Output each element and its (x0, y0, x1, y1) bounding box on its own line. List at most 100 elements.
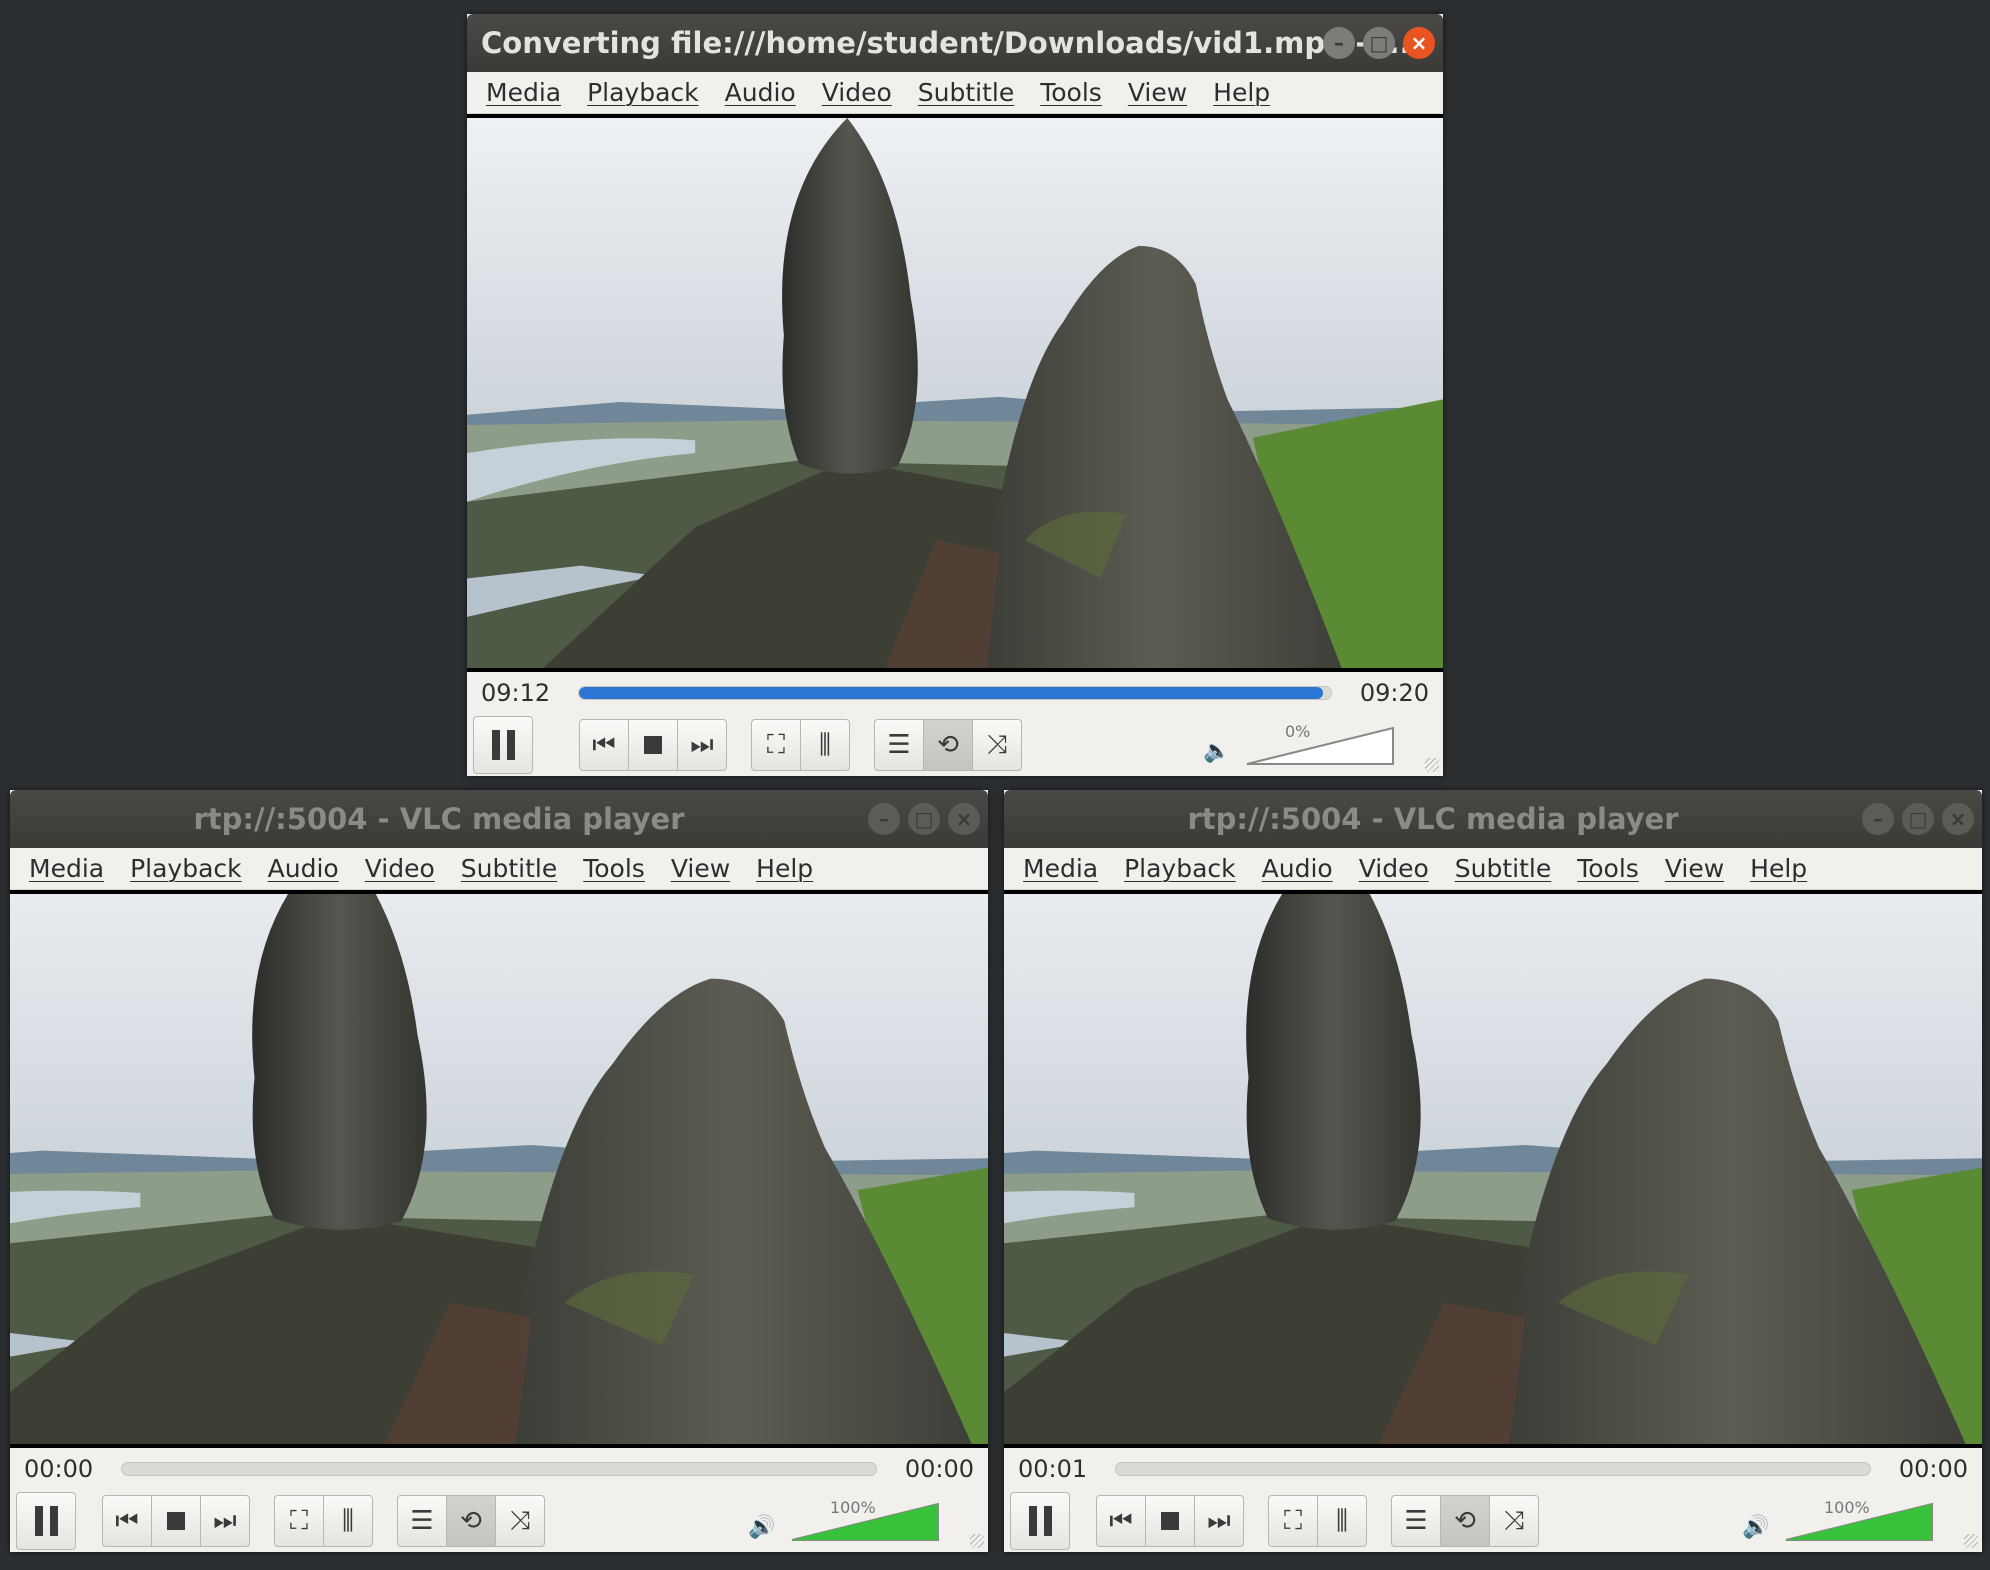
previous-button[interactable]: ⏮ (102, 1495, 152, 1547)
seek-progress (579, 687, 1324, 699)
loop-button[interactable]: ⟲ (446, 1495, 496, 1547)
time-total: 00:00 (1898, 1455, 1968, 1483)
maximize-icon[interactable]: □ (908, 803, 940, 835)
stop-button[interactable] (1145, 1495, 1195, 1547)
volume-slider[interactable] (1245, 726, 1395, 766)
shuffle-button[interactable]: ⤨ (495, 1495, 545, 1547)
shuffle-button[interactable]: ⤨ (1489, 1495, 1539, 1547)
close-icon[interactable]: × (948, 803, 980, 835)
resize-grip[interactable] (1425, 758, 1439, 772)
volume-control[interactable]: 🔈 0% (1203, 722, 1403, 768)
minimize-icon[interactable]: – (868, 803, 900, 835)
menu-tools[interactable]: Tools (1040, 78, 1102, 107)
title-bar[interactable]: Converting file:///home/student/Download… (467, 14, 1443, 72)
speaker-icon: 🔊 (748, 1515, 776, 1540)
close-icon[interactable]: × (1942, 803, 1974, 835)
next-icon: ⏭ (1207, 1506, 1231, 1536)
menu-view[interactable]: View (671, 854, 730, 883)
playlist-button[interactable]: ☰ (397, 1495, 447, 1547)
loop-button[interactable]: ⟲ (923, 719, 973, 771)
speaker-icon: 🔊 (1742, 1515, 1770, 1540)
previous-icon: ⏮ (115, 1506, 139, 1536)
menu-tools[interactable]: Tools (1577, 854, 1639, 883)
previous-button[interactable]: ⏮ (1096, 1495, 1146, 1547)
menu-playback[interactable]: Playback (130, 854, 242, 883)
menu-media[interactable]: Media (1023, 854, 1098, 883)
shuffle-icon: ⤨ (986, 730, 1008, 760)
previous-button[interactable]: ⏮ (579, 719, 629, 771)
video-area[interactable] (10, 890, 988, 1448)
video-area[interactable] (1004, 890, 1982, 1448)
next-icon: ⏭ (690, 730, 714, 760)
vlc-window-rtp-right: rtp://:5004 - VLC media player – □ × Med… (1004, 790, 1982, 1552)
controls-row: ⏮ ⏭ ⛶ ⫼ ☰ ⟲ ⤨ 🔊 100% (1004, 1490, 1982, 1552)
menu-video[interactable]: Video (822, 78, 892, 107)
menu-view[interactable]: View (1665, 854, 1724, 883)
resize-grip[interactable] (970, 1534, 984, 1548)
volume-control[interactable]: 🔊 100% (1742, 1498, 1942, 1544)
seek-slider[interactable] (578, 686, 1332, 700)
loop-button[interactable]: ⟲ (1440, 1495, 1490, 1547)
extended-settings-button[interactable]: ⫼ (323, 1495, 373, 1547)
menu-help[interactable]: Help (756, 854, 813, 883)
minimize-icon[interactable]: – (1323, 27, 1355, 59)
minimize-icon[interactable]: – (1862, 803, 1894, 835)
menu-audio[interactable]: Audio (268, 854, 339, 883)
playlist-icon: ☰ (887, 730, 911, 760)
menu-subtitle[interactable]: Subtitle (918, 78, 1014, 107)
time-elapsed: 00:01 (1018, 1455, 1088, 1483)
extended-settings-button[interactable]: ⫼ (1317, 1495, 1367, 1547)
volume-label: 0% (1285, 722, 1311, 741)
next-button[interactable]: ⏭ (200, 1495, 250, 1547)
menu-playback[interactable]: Playback (587, 78, 699, 107)
fullscreen-icon: ⛶ (1283, 1506, 1303, 1536)
pause-button[interactable] (16, 1492, 76, 1550)
volume-label: 100% (1824, 1498, 1870, 1517)
seek-row: 00:01 00:00 (1004, 1448, 1982, 1490)
pause-button[interactable] (1010, 1492, 1070, 1550)
menu-audio[interactable]: Audio (1262, 854, 1333, 883)
maximize-icon[interactable]: □ (1902, 803, 1934, 835)
stop-button[interactable] (151, 1495, 201, 1547)
resize-grip[interactable] (1964, 1534, 1978, 1548)
close-icon[interactable]: × (1403, 27, 1435, 59)
fullscreen-button[interactable]: ⛶ (274, 1495, 324, 1547)
playlist-button[interactable]: ☰ (1391, 1495, 1441, 1547)
menu-bar: Media Playback Audio Video Subtitle Tool… (467, 72, 1443, 114)
menu-tools[interactable]: Tools (583, 854, 645, 883)
playlist-button[interactable]: ☰ (874, 719, 924, 771)
menu-video[interactable]: Video (1359, 854, 1429, 883)
menu-subtitle[interactable]: Subtitle (461, 854, 557, 883)
menu-media[interactable]: Media (29, 854, 104, 883)
menu-audio[interactable]: Audio (725, 78, 796, 107)
seek-slider[interactable] (1115, 1462, 1871, 1476)
menu-bar: Media Playback Audio Video Subtitle Tool… (10, 848, 988, 890)
pause-button[interactable] (473, 716, 533, 774)
extended-settings-button[interactable]: ⫼ (800, 719, 850, 771)
seek-row: 00:00 00:00 (10, 1448, 988, 1490)
next-button[interactable]: ⏭ (677, 719, 727, 771)
video-area[interactable] (467, 114, 1443, 672)
window-title: Converting file:///home/student/Download… (481, 26, 1411, 60)
menu-subtitle[interactable]: Subtitle (1455, 854, 1551, 883)
next-icon: ⏭ (213, 1506, 237, 1536)
maximize-icon[interactable]: □ (1363, 27, 1395, 59)
next-button[interactable]: ⏭ (1194, 1495, 1244, 1547)
menu-playback[interactable]: Playback (1124, 854, 1236, 883)
menu-help[interactable]: Help (1213, 78, 1270, 107)
playlist-icon: ☰ (1404, 1506, 1428, 1536)
seek-row: 09:12 09:20 (467, 672, 1443, 714)
menu-media[interactable]: Media (486, 78, 561, 107)
menu-help[interactable]: Help (1750, 854, 1807, 883)
menu-video[interactable]: Video (365, 854, 435, 883)
fullscreen-button[interactable]: ⛶ (1268, 1495, 1318, 1547)
seek-slider[interactable] (121, 1462, 877, 1476)
shuffle-button[interactable]: ⤨ (972, 719, 1022, 771)
title-bar[interactable]: rtp://:5004 - VLC media player – □ × (10, 790, 988, 848)
stop-button[interactable] (628, 719, 678, 771)
menu-view[interactable]: View (1128, 78, 1187, 107)
fullscreen-button[interactable]: ⛶ (751, 719, 801, 771)
volume-control[interactable]: 🔊 100% (748, 1498, 948, 1544)
stop-icon (167, 1512, 185, 1530)
title-bar[interactable]: rtp://:5004 - VLC media player – □ × (1004, 790, 1982, 848)
